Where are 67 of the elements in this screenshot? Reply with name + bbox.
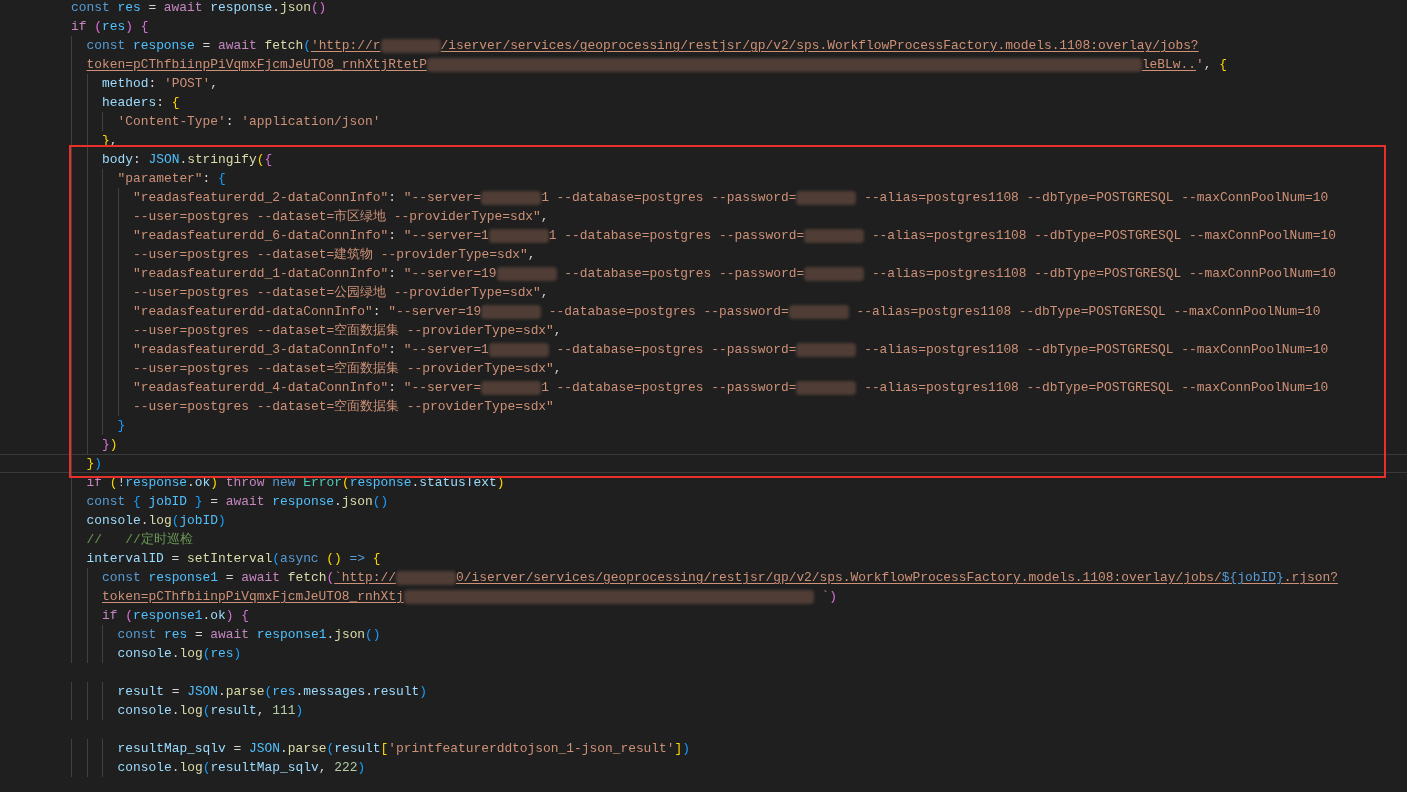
redaction-blur (788, 304, 849, 319)
redaction-blur (796, 380, 857, 395)
code-text: --alias=postgres1108 --dbType=POSTGRESQL --maxConnPoolNum=10 (863, 189, 1329, 207)
code-text: 1 --database=postgres --password= (548, 227, 805, 245)
code-line: } (0, 416, 1407, 435)
redaction-blur (496, 266, 557, 281)
code-text: token=pCThfbiinpPiVqmxFjcmJeUTO8_rnhXtj (102, 588, 404, 606)
code-text: const response = await fetch('http://r (86, 37, 381, 55)
code-text: "readasfeaturerdd-dataConnInfo": "--server=19 (133, 303, 482, 321)
code-line: headers: { (0, 93, 1407, 112)
code-line: --user=postgres --dataset=建筑物 --providerType=sdx", (0, 245, 1407, 264)
redaction-blur (396, 570, 456, 585)
code-line: const res = await response.json() (70, 0, 328, 17)
code-text: "readasfeaturerdd_2-dataConnInfo": "--server= (133, 189, 482, 207)
redaction-blur (804, 228, 865, 243)
code-text: /iserver/services/geoprocessing/restjsr/gp/v2/sps.WorkflowProcessFactory.models.1108:overlay/jobs? (440, 37, 1199, 55)
code-line: console.log(resultMap_sqlv, 222) (0, 758, 1407, 777)
code-line: body: JSON.stringify({ (0, 150, 1407, 169)
code-line: method: 'POST', (0, 74, 1407, 93)
redaction-blur (481, 190, 542, 205)
redaction-blur (796, 342, 857, 357)
code-line: console.log(jobID) (0, 511, 1407, 530)
code-text: "readasfeaturerdd_4-dataConnInfo": "--server= (133, 379, 482, 397)
code-text: --alias=postgres1108 --dbType=POSTGRESQL --maxConnPoolNum=10 (870, 227, 1336, 245)
code-text: 0/iserver/services/geoprocessing/restjsr/gp/v2/sps.WorkflowProcessFactory.models.1108:overlay/jobs/${jobID}.rjson? (456, 569, 1338, 587)
code-line: // //定时巡检 (0, 530, 1407, 549)
code-text: --database=postgres --password= (555, 341, 797, 359)
redaction-blur (380, 38, 441, 53)
code-line: resultMap_sqlv = JSON.parse(result['printfeaturerddtojson_1-json_result']) (0, 739, 1407, 758)
code-line: --user=postgres --dataset=空面数据集 --providerType=sdx", (0, 359, 1407, 378)
code-line: }) (0, 454, 1407, 473)
redaction-blur (488, 228, 549, 243)
code-line: --user=postgres --dataset=公园绿地 --providerType=sdx", (0, 283, 1407, 302)
code-text: --alias=postgres1108 --dbType=POSTGRESQL --maxConnPoolNum=10 (863, 341, 1329, 359)
code-text: token=pCThfbiinpPiVqmxFjcmJeUTO8_rnhXtjRtetP (86, 56, 427, 74)
code-line: const res = await response1.json() (0, 625, 1407, 644)
code-text: --database=postgres --password= (563, 265, 805, 283)
code-text: --database=postgres --password= (547, 303, 789, 321)
code-text: `) (820, 588, 837, 606)
redaction-blur (488, 342, 549, 357)
code-text: --alias=postgres1108 --dbType=POSTGRESQL --maxConnPoolNum=10 (863, 379, 1329, 397)
redaction-blur (481, 304, 542, 319)
code-line: const { jobID } = await response.json() (0, 492, 1407, 511)
code-line: console.log(result, 111) (0, 701, 1407, 720)
code-text: 1 --database=postgres --password= (541, 189, 797, 207)
code-text: "readasfeaturerdd_3-dataConnInfo": "--server=1 (133, 341, 489, 359)
redaction-blur (804, 266, 865, 281)
code-text: --alias=postgres1108 --dbType=POSTGRESQL --maxConnPoolNum=10 (855, 303, 1321, 321)
code-text: 1 --database=postgres --password= (541, 379, 797, 397)
redaction-blur (481, 380, 542, 395)
code-line: if (response1.ok) { (0, 606, 1407, 625)
code-line: --user=postgres --dataset=空面数据集 --providerType=sdx" (0, 397, 1407, 416)
code-line: --user=postgres --dataset=市区绿地 --providerType=sdx", (0, 207, 1407, 226)
code-text: const response1 = await fetch(`http:// (102, 569, 396, 587)
code-text: "readasfeaturerdd_6-dataConnInfo": "--server=1 (133, 227, 489, 245)
code-text: leBLw..', { (1141, 56, 1227, 74)
code-text: --alias=postgres1108 --dbType=POSTGRESQL --maxConnPoolNum=10 (870, 265, 1336, 283)
code-line: "parameter": { (0, 169, 1407, 188)
code-line: console.log(res) (0, 644, 1407, 663)
code-line: --user=postgres --dataset=空面数据集 --providerType=sdx", (0, 321, 1407, 340)
code-line: }) (0, 435, 1407, 454)
code-line: result = JSON.parse(res.messages.result) (0, 682, 1407, 701)
redaction-blur (796, 190, 857, 205)
code-text: "readasfeaturerdd_1-dataConnInfo": "--server=19 (133, 265, 497, 283)
code-line: 'Content-Type': 'application/json' (0, 112, 1407, 131)
code-line: if (res) { (70, 18, 150, 36)
code-line: intervalID = setInterval(async () => { (0, 549, 1407, 568)
